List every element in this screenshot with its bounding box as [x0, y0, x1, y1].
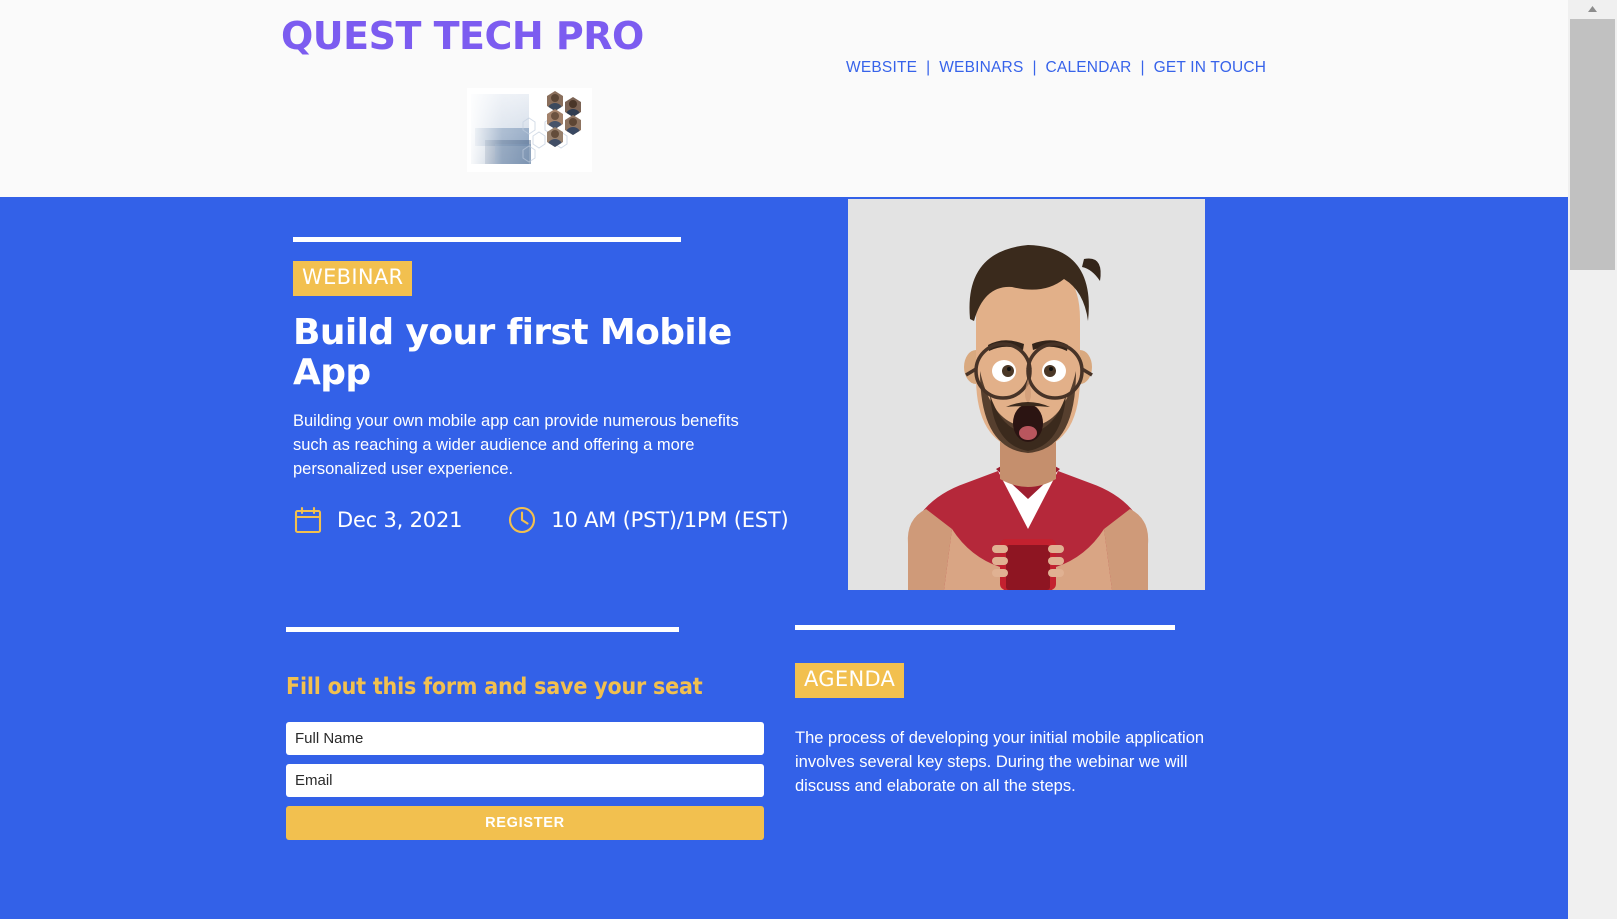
nav-link-webinars[interactable]: WEBINARS [939, 59, 1023, 77]
webinar-time: 10 AM (PST)/1PM (EST) [507, 505, 789, 535]
webinar-badge: WEBINAR [293, 261, 413, 296]
form-divider-rule [286, 627, 679, 632]
nav-separator: | [1140, 59, 1145, 76]
site-header: QUEST TECH PRO WEBSITE | WEBINARS | CALE… [0, 0, 1568, 197]
page-scrollbar[interactable] [1568, 0, 1617, 919]
nav-link-website[interactable]: WEBSITE [846, 59, 917, 77]
scrollbar-thumb[interactable] [1570, 19, 1615, 270]
agenda-description: The process of developing your initial m… [795, 729, 1205, 795]
hero-content: WEBINAR Build your first Mobile App Buil… [293, 237, 789, 535]
register-button[interactable]: REGISTER [286, 806, 764, 840]
browser-viewport: QUEST TECH PRO WEBSITE | WEBINARS | CALE… [0, 0, 1568, 919]
hero-photo [848, 199, 1205, 590]
agenda-divider-rule [795, 625, 1175, 630]
agenda-section: AGENDA The process of developing your in… [795, 625, 1245, 799]
hero-description: Building your own mobile app can provide… [293, 412, 739, 478]
calendar-icon [293, 505, 323, 535]
hero-meta-row: Dec 3, 2021 10 AM (PST)/1PM (EST) [293, 505, 789, 535]
webinar-time-text: 10 AM (PST)/1PM (EST) [551, 508, 789, 533]
registration-form: Fill out this form and save your seat RE… [286, 627, 764, 840]
main-navigation[interactable]: WEBSITE | WEBINARS | CALENDAR | GET IN T… [846, 59, 1266, 77]
nav-link-get-in-touch[interactable]: GET IN TOUCH [1154, 59, 1267, 77]
scroll-up-arrow-icon[interactable] [1568, 0, 1617, 18]
webinar-date: Dec 3, 2021 [293, 505, 462, 535]
hero-divider-rule [293, 237, 681, 242]
page-root: QUEST TECH PRO WEBSITE | WEBINARS | CALE… [0, 0, 1617, 919]
webinar-date-text: Dec 3, 2021 [337, 508, 463, 533]
agenda-badge: AGENDA [795, 663, 905, 698]
hero-title: Build your first Mobile App [293, 312, 732, 393]
hexagon-network-people-graphic [467, 88, 592, 172]
nav-separator: | [926, 59, 931, 76]
clock-icon [507, 505, 537, 535]
form-heading: Fill out this form and save your seat [286, 674, 703, 700]
nav-link-calendar[interactable]: CALENDAR [1046, 59, 1132, 77]
full-name-input[interactable] [286, 722, 764, 755]
nav-separator: | [1032, 59, 1037, 76]
email-input[interactable] [286, 764, 764, 797]
brand-logo[interactable]: QUEST TECH PRO [281, 14, 644, 58]
hero-section: WEBINAR Build your first Mobile App Buil… [0, 197, 1568, 919]
